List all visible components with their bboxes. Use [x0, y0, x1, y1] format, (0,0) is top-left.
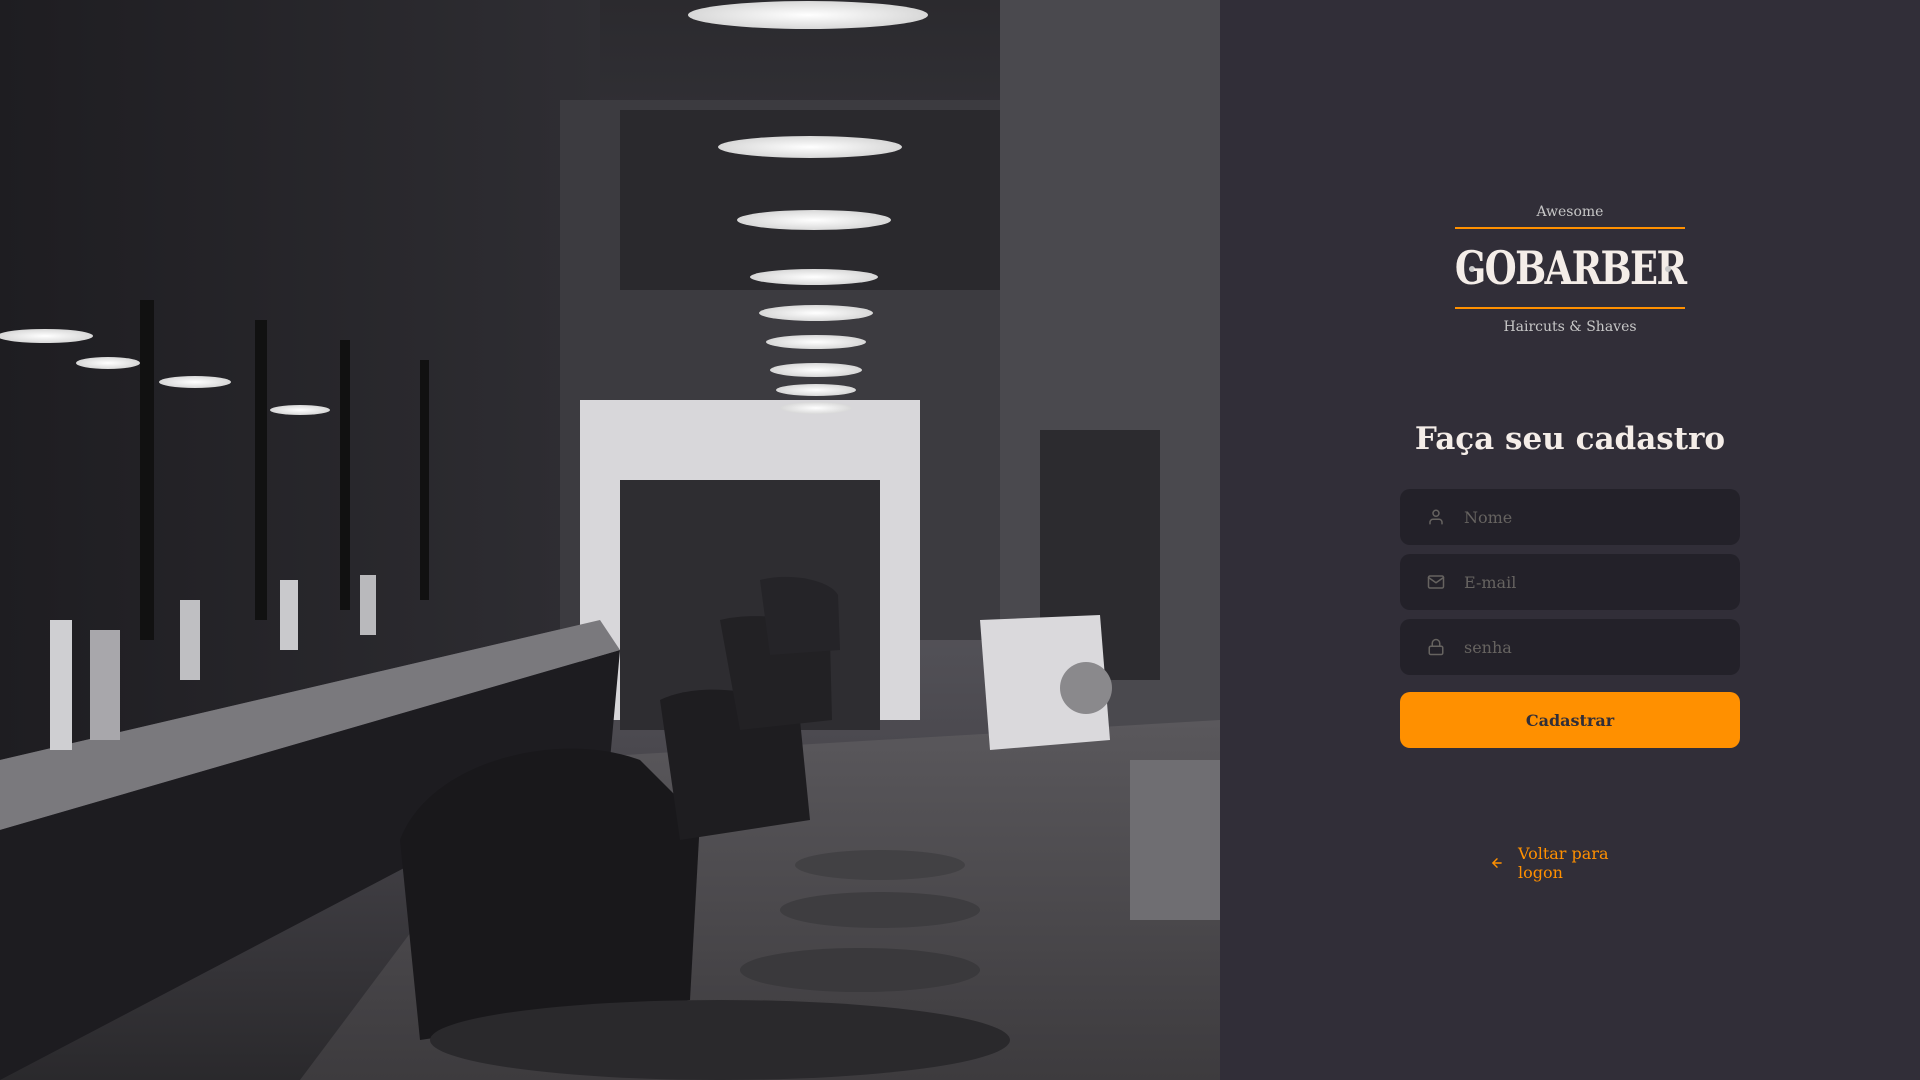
email-input[interactable]: [1462, 571, 1736, 593]
logo-bottom-text: Haircuts & Shaves: [1503, 319, 1637, 335]
password-field[interactable]: [1400, 619, 1740, 675]
signup-button[interactable]: Cadastrar: [1400, 692, 1740, 748]
back-to-logon-link[interactable]: Voltar para logon: [1490, 844, 1650, 882]
logo-brand-text: GOBARBER: [1454, 241, 1687, 295]
password-input[interactable]: [1462, 636, 1736, 658]
back-link-label: Voltar para logon: [1518, 844, 1609, 882]
page-title: Faça seu cadastro: [1414, 421, 1726, 457]
logo-top-text: Awesome: [1536, 204, 1604, 220]
user-icon: [1426, 507, 1446, 527]
gobarber-logo: Awesome GOBARBER Haircuts & Shaves: [1454, 200, 1687, 350]
email-field[interactable]: [1400, 554, 1740, 610]
logo-brand-row: GOBARBER: [1454, 229, 1687, 307]
barbershop-background-image: [0, 0, 1220, 1080]
logo-dot-right: [1665, 266, 1671, 272]
mail-icon: [1426, 572, 1446, 592]
arrow-left-icon: [1490, 856, 1504, 870]
name-field[interactable]: [1400, 489, 1740, 545]
lock-icon: [1426, 637, 1446, 657]
logo-bottom-divider: [1455, 307, 1685, 309]
name-input[interactable]: [1462, 506, 1736, 528]
